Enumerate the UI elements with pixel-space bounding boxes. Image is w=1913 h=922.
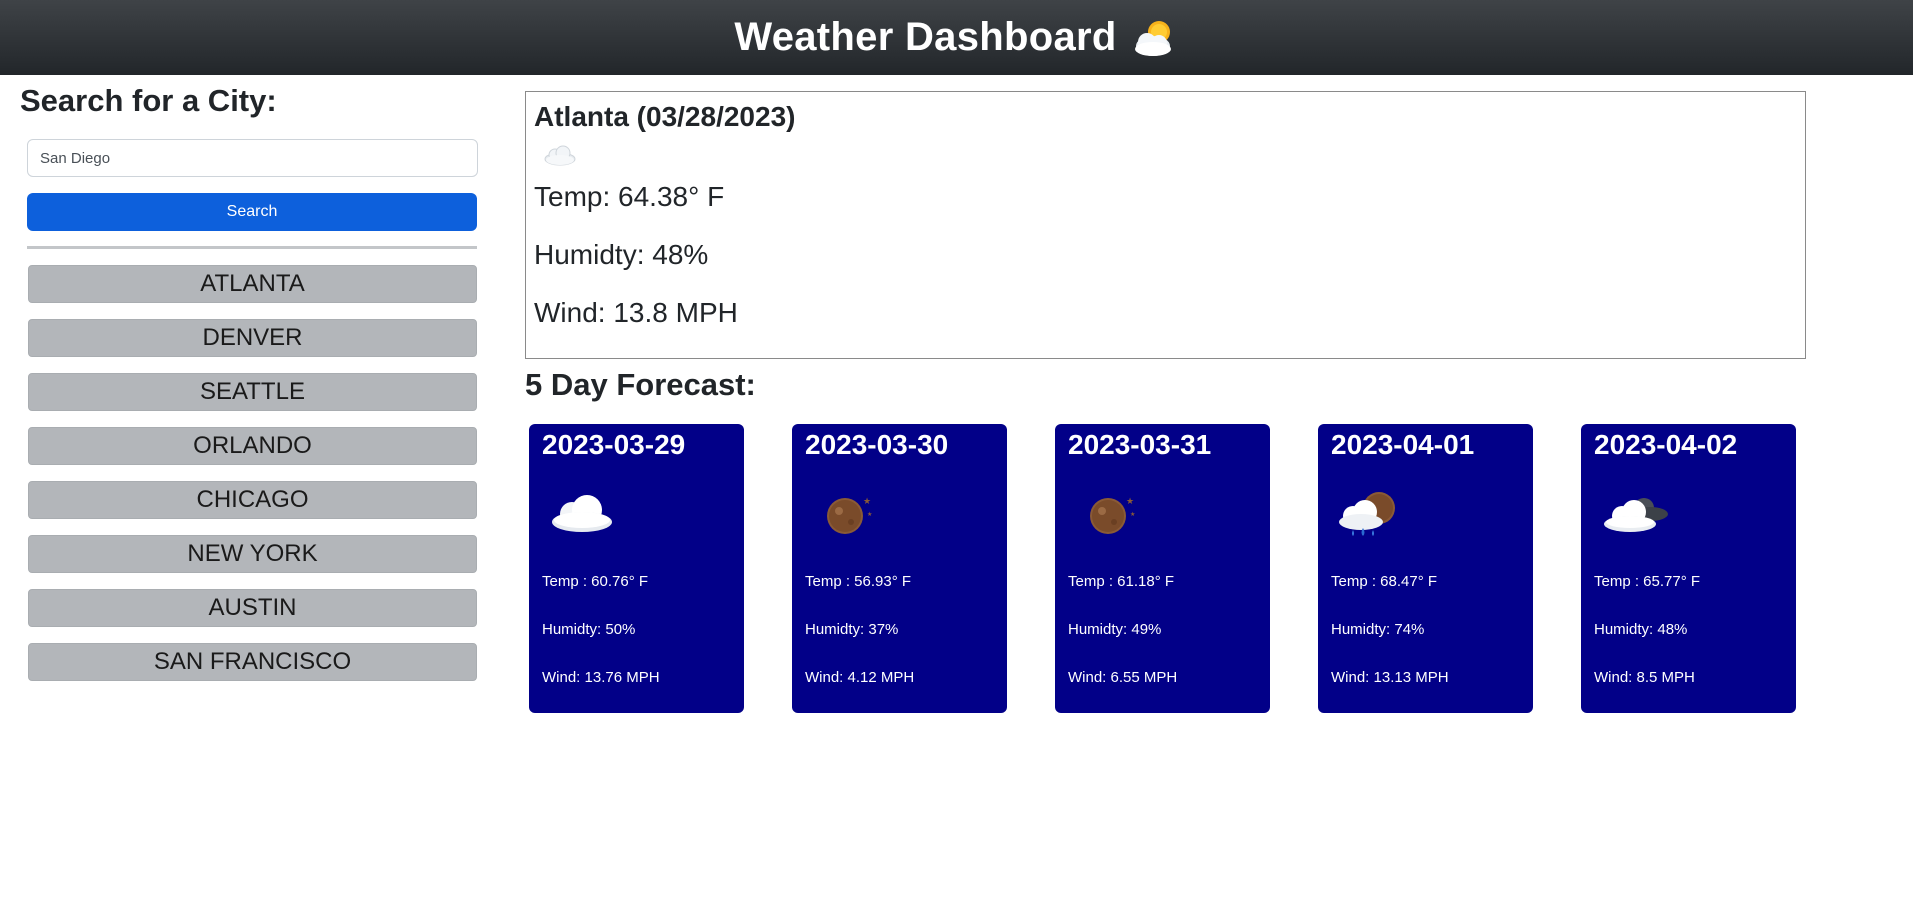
forecast-date: 2023-03-30 — [805, 429, 949, 460]
forecast-date: 2023-04-02 — [1594, 429, 1738, 460]
cloud-icon — [544, 145, 576, 166]
forecast-humidity: Humidty: 74% — [1331, 621, 1425, 638]
current-weather-panel: Atlanta (03/28/2023) Temp: 64.38° F Humi… — [525, 91, 1806, 359]
forecast-humidity: Humidty: 48% — [1594, 621, 1688, 638]
svg-text:★: ★ — [1130, 511, 1135, 518]
forecast-wind: Wind: 13.76 MPH — [542, 669, 660, 686]
forecast-date: 2023-03-29 — [542, 429, 686, 460]
search-button[interactable]: Search — [27, 193, 477, 231]
forecast-temp: Temp : 61.18° F — [1068, 573, 1175, 590]
cloud-icon — [552, 495, 612, 532]
history-button-san-francisco[interactable]: SAN FRANCISCO — [28, 643, 477, 681]
city-search-input[interactable] — [27, 139, 478, 177]
moon-icon: ★ ★ — [1090, 497, 1135, 534]
current-temp: Temp: 64.38° F — [534, 181, 725, 212]
app-header: Weather Dashboard — [0, 0, 1913, 75]
forecast-wind: Wind: 4.12 MPH — [805, 669, 915, 686]
forecast-wind: Wind: 8.5 MPH — [1594, 669, 1695, 686]
forecast-card: 2023-03-29 Temp : 60.76° F Humidty: 50% … — [529, 424, 744, 713]
forecast-heading: 5 Day Forecast: — [525, 367, 756, 402]
page-title: Weather Dashboard — [734, 15, 1117, 59]
svg-text:★: ★ — [1126, 497, 1134, 507]
history-button-denver[interactable]: DENVER — [28, 319, 477, 357]
search-sidebar: Search for a City: Search ATLANTA DENVER… — [20, 80, 480, 681]
divider — [27, 246, 477, 249]
forecast-humidity: Humidty: 49% — [1068, 621, 1162, 638]
forecast-card: 2023-04-02 Temp : 65.77° F Humidty: 48% … — [1581, 424, 1796, 713]
history-button-seattle[interactable]: SEATTLE — [28, 373, 477, 411]
clouds-icon — [1604, 498, 1668, 532]
forecast-date: 2023-03-31 — [1068, 429, 1212, 460]
history-button-orlando[interactable]: ORLANDO — [28, 427, 477, 465]
forecast-temp: Temp : 56.93° F — [805, 573, 912, 590]
search-heading: Search for a City: — [20, 83, 277, 118]
history-button-new-york[interactable]: NEW YORK — [28, 535, 477, 573]
svg-text:★: ★ — [863, 497, 871, 507]
history-button-austin[interactable]: AUSTIN — [28, 589, 477, 627]
forecast-temp: Temp : 68.47° F — [1331, 573, 1438, 590]
rain-cloud-moon-icon — [1339, 492, 1395, 536]
forecast-wind: Wind: 6.55 MPH — [1068, 669, 1178, 686]
forecast-card: 2023-03-31 ★ ★ Temp : 61.18° F Humidty: … — [1055, 424, 1270, 713]
moon-icon: ★ ★ — [827, 497, 872, 534]
forecast-humidity: Humidty: 50% — [542, 621, 636, 638]
forecast-wind: Wind: 13.13 MPH — [1331, 669, 1449, 686]
forecast-date: 2023-04-01 — [1331, 429, 1475, 460]
current-humidity: Humidty: 48% — [534, 239, 709, 270]
forecast-temp: Temp : 60.76° F — [542, 573, 649, 590]
search-history-list: ATLANTA DENVER SEATTLE ORLANDO CHICAGO N… — [28, 265, 477, 697]
forecast-humidity: Humidty: 37% — [805, 621, 899, 638]
history-button-chicago[interactable]: CHICAGO — [28, 481, 477, 519]
current-wind: Wind: 13.8 MPH — [534, 297, 738, 328]
forecast-card: 2023-03-30 ★ ★ Temp : 56.93° F Humidty: … — [792, 424, 1007, 713]
forecast-temp: Temp : 65.77° F — [1594, 573, 1701, 590]
svg-text:★: ★ — [867, 511, 872, 518]
forecast-row: 2023-03-29 Temp : 60.76° F Humidty: 50% … — [529, 424, 1797, 713]
current-city-title: Atlanta (03/28/2023) — [534, 101, 796, 132]
forecast-card: 2023-04-01 Temp : 68.47° F Humidty: 74% … — [1318, 424, 1533, 713]
history-button-atlanta[interactable]: ATLANTA — [28, 265, 477, 303]
sun-behind-cloud-icon — [1134, 20, 1171, 56]
